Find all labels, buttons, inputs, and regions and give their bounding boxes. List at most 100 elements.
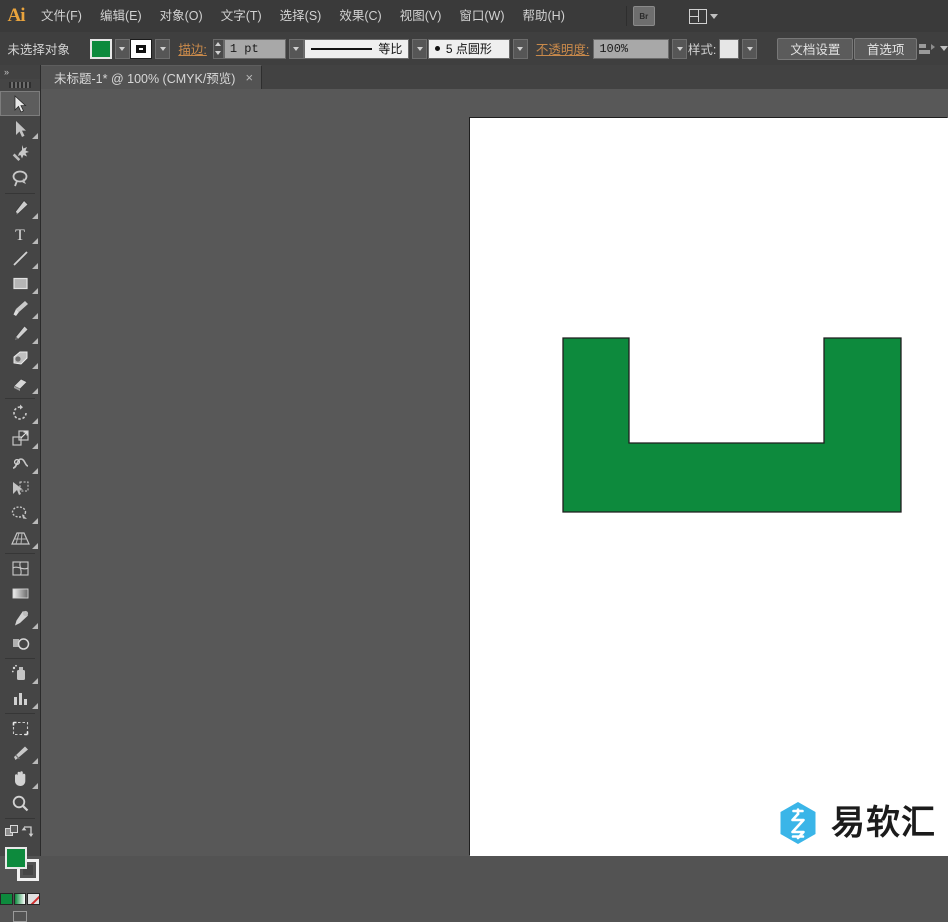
- lasso-tool[interactable]: [0, 166, 40, 191]
- fill-color-control[interactable]: [90, 39, 130, 59]
- stroke-weight-dropdown-button[interactable]: [289, 39, 304, 59]
- blob-brush-tool[interactable]: [0, 346, 40, 371]
- brush-definition-control[interactable]: 5 点圆形: [428, 39, 528, 59]
- direct-selection-tool[interactable]: [0, 116, 40, 141]
- eyedropper-tool[interactable]: [0, 606, 40, 631]
- document-setup-button[interactable]: 文档设置: [777, 38, 853, 60]
- align-control[interactable]: [918, 42, 948, 56]
- tool-group-indicator-icon: [32, 363, 38, 369]
- opacity-dropdown-button[interactable]: [672, 39, 687, 59]
- shape-builder-tool[interactable]: [0, 501, 40, 526]
- mesh-tool[interactable]: [0, 556, 40, 581]
- preferences-button[interactable]: 首选项: [854, 38, 918, 60]
- stroke-weight-control[interactable]: 1 pt: [213, 39, 304, 59]
- artboard-tool[interactable]: [0, 716, 40, 741]
- stroke-profile-field[interactable]: 等比: [304, 39, 409, 59]
- graphic-style-control[interactable]: [719, 39, 757, 59]
- menu-select[interactable]: 选择(S): [271, 0, 331, 32]
- tool-divider: [5, 713, 35, 714]
- svg-text:T: T: [15, 227, 25, 243]
- zoom-tool[interactable]: [0, 791, 40, 816]
- document-tab-bar: 未标题-1* @ 100% (CMYK/预览) ×: [0, 65, 948, 90]
- fill-stroke-indicator[interactable]: [0, 843, 40, 889]
- tool-group-indicator-icon: [32, 313, 38, 319]
- stroke-weight-label[interactable]: 描边:: [178, 39, 206, 58]
- perspective-grid-tool[interactable]: [0, 526, 40, 551]
- gradient-tool[interactable]: [0, 581, 40, 606]
- menu-effect[interactable]: 效果(C): [330, 0, 390, 32]
- menu-window[interactable]: 窗口(W): [450, 0, 513, 32]
- document-tab-label: 未标题-1* @ 100% (CMYK/预览): [54, 68, 235, 87]
- artboard-page[interactable]: [470, 118, 948, 856]
- tool-divider: [5, 193, 35, 194]
- pencil-tool[interactable]: [0, 321, 40, 346]
- style-label: 样式:: [688, 39, 716, 58]
- blend-tool[interactable]: [0, 631, 40, 656]
- graphic-style-swatch[interactable]: [719, 39, 739, 59]
- hand-tool[interactable]: [0, 766, 40, 791]
- workspace-switcher[interactable]: [689, 9, 718, 24]
- bridge-icon[interactable]: Br: [633, 6, 655, 26]
- selection-tool[interactable]: [0, 91, 40, 116]
- menu-view[interactable]: 视图(V): [391, 0, 451, 32]
- swap-fill-stroke-icon[interactable]: [21, 825, 35, 838]
- double-chevron-right-icon: »: [4, 68, 8, 77]
- close-icon[interactable]: ×: [245, 71, 253, 84]
- stroke-profile-control[interactable]: 等比: [304, 39, 427, 59]
- gradient-swatch[interactable]: [14, 893, 27, 905]
- brush-definition-field[interactable]: 5 点圆形: [428, 39, 510, 59]
- chevron-down-icon: [417, 47, 423, 51]
- stroke-weight-stepper[interactable]: [213, 39, 224, 59]
- rectangle-tool[interactable]: [0, 271, 40, 296]
- slice-tool[interactable]: [0, 741, 40, 766]
- default-fill-stroke-icon[interactable]: [5, 825, 19, 838]
- line-segment-tool[interactable]: [0, 246, 40, 271]
- stroke-profile-dropdown-button[interactable]: [412, 39, 427, 59]
- fill-dropdown-button[interactable]: [115, 39, 130, 59]
- graphic-style-dropdown-button[interactable]: [742, 39, 757, 59]
- tool-group-indicator-icon: [32, 678, 38, 684]
- screen-mode-button[interactable]: [0, 911, 40, 922]
- tools-panel-collapse[interactable]: »: [0, 65, 40, 79]
- app-logo-icon: Ai: [0, 0, 32, 32]
- eraser-tool[interactable]: [0, 371, 40, 396]
- document-tab[interactable]: 未标题-1* @ 100% (CMYK/预览) ×: [40, 65, 262, 89]
- color-swatch[interactable]: [0, 893, 13, 905]
- stroke-dropdown-button[interactable]: [155, 39, 170, 59]
- menu-object[interactable]: 对象(O): [151, 0, 212, 32]
- canvas-area[interactable]: 易软汇: [40, 89, 948, 856]
- menu-help[interactable]: 帮助(H): [514, 0, 574, 32]
- tools-panel-grip[interactable]: [0, 79, 40, 91]
- tool-group-indicator-icon: [32, 703, 38, 709]
- menu-edit[interactable]: 编辑(E): [91, 0, 151, 32]
- symbol-sprayer-tool[interactable]: [0, 661, 40, 686]
- opacity-control[interactable]: 100%: [593, 39, 687, 59]
- paintbrush-tool[interactable]: [0, 296, 40, 321]
- u-shape-path[interactable]: [562, 337, 902, 513]
- type-tool[interactable]: T: [0, 221, 40, 246]
- width-tool[interactable]: [0, 451, 40, 476]
- tool-group-indicator-icon: [32, 783, 38, 789]
- none-swatch[interactable]: [27, 893, 40, 905]
- stroke-swatch[interactable]: [130, 39, 152, 59]
- chevron-down-icon: [677, 47, 683, 51]
- fill-swatch[interactable]: [90, 39, 112, 59]
- stroke-profile-preview-icon: [311, 48, 372, 50]
- fill-stroke-toggles: [0, 821, 40, 841]
- free-transform-tool[interactable]: [0, 476, 40, 501]
- fill-color-indicator[interactable]: [5, 847, 27, 869]
- rotate-tool[interactable]: [0, 401, 40, 426]
- tool-group-indicator-icon: [32, 418, 38, 424]
- scale-tool[interactable]: [0, 426, 40, 451]
- magic-wand-tool[interactable]: [0, 141, 40, 166]
- pen-tool[interactable]: [0, 196, 40, 221]
- stroke-color-control[interactable]: [130, 39, 170, 59]
- column-graph-tool[interactable]: [0, 686, 40, 711]
- tool-group-indicator-icon: [32, 288, 38, 294]
- stroke-weight-input[interactable]: 1 pt: [224, 39, 286, 59]
- opacity-label[interactable]: 不透明度:: [536, 39, 589, 58]
- opacity-input[interactable]: 100%: [593, 39, 669, 59]
- menu-type[interactable]: 文字(T): [212, 0, 271, 32]
- menu-file[interactable]: 文件(F): [32, 0, 91, 32]
- brush-definition-dropdown-button[interactable]: [513, 39, 528, 59]
